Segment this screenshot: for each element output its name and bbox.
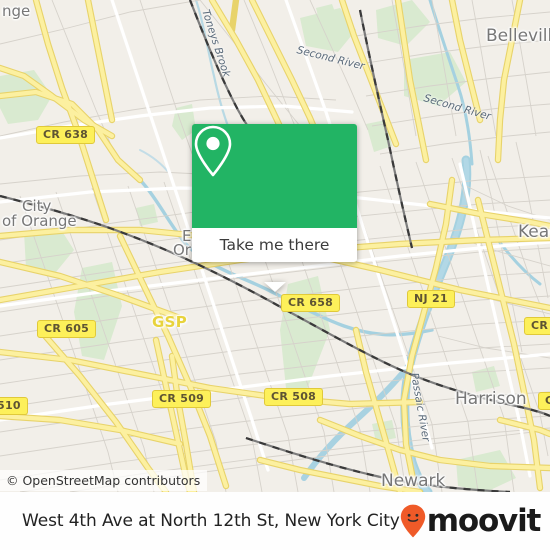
road-shield-gsp: GSP <box>152 313 188 331</box>
road-shield-cr-658: CR 658 <box>281 294 341 312</box>
road-shield-cr-right-lower: CR <box>538 392 550 410</box>
road-shield-cr-5-right: CR 5 <box>524 317 550 335</box>
moovit-wordmark: moovit <box>426 502 542 539</box>
moovit-logo[interactable]: moovit <box>400 502 542 539</box>
road-shield-cr-605: CR 605 <box>37 320 97 338</box>
take-me-there-label: Take me there <box>219 236 330 254</box>
footer-bar: West 4th Ave at North 12th St, New York … <box>0 492 550 550</box>
moovit-smiley-pin-icon <box>400 504 425 538</box>
map-pin-icon <box>194 125 232 177</box>
popup-header <box>192 124 357 228</box>
take-me-there-button[interactable]: Take me there <box>192 228 357 262</box>
map-screenshot: nge Belleville City of Orange E Or Kear … <box>0 0 550 550</box>
road-shield-cr-508: CR 508 <box>264 388 324 406</box>
road-shield-cr-509: CR 509 <box>152 390 212 408</box>
station-title: West 4th Ave at North 12th St, New York … <box>22 511 400 531</box>
osm-attribution[interactable]: © OpenStreetMap contributors <box>0 470 208 491</box>
road-shield-cr-638: CR 638 <box>36 126 96 144</box>
road-shield-cr-510: 510 <box>0 397 28 415</box>
map-canvas[interactable]: nge Belleville City of Orange E Or Kear … <box>0 0 550 492</box>
destination-popup[interactable]: Take me there <box>192 124 357 292</box>
popup-pointer-tail <box>263 282 286 292</box>
road-shield-nj-21: NJ 21 <box>407 290 455 308</box>
